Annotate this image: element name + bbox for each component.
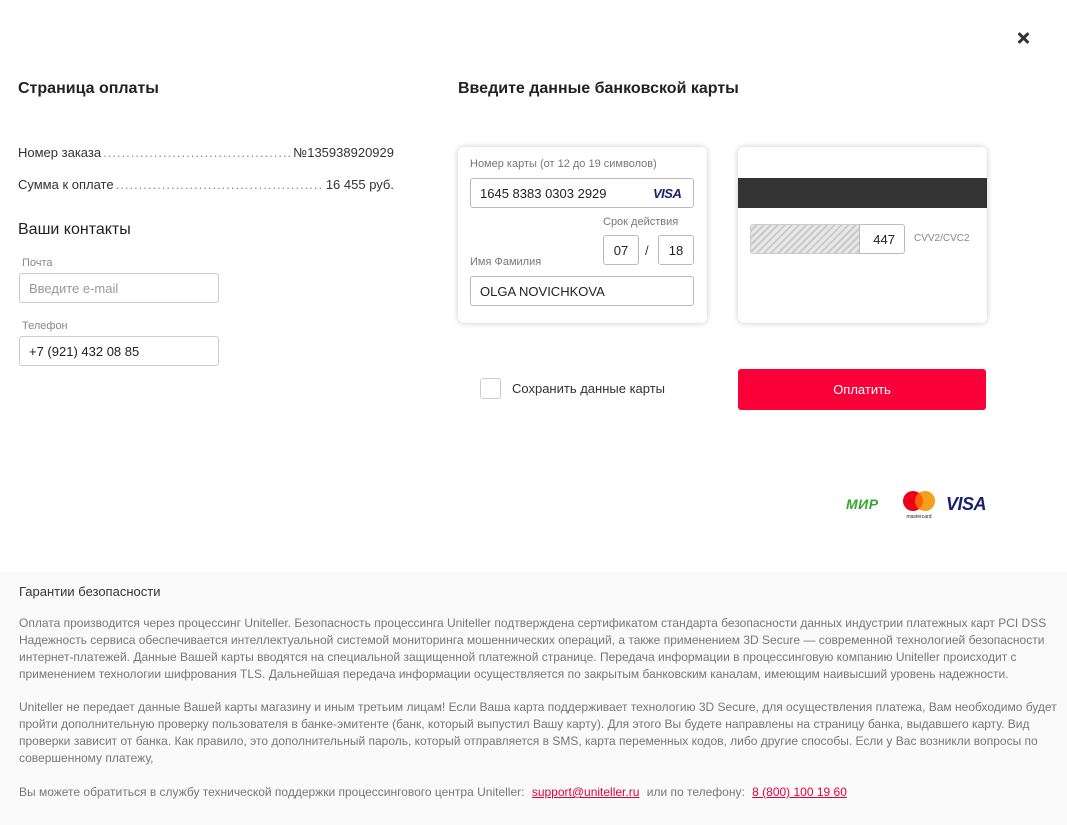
- order-number-label: Номер заказа: [18, 145, 102, 160]
- expiry-year-field[interactable]: [658, 235, 694, 265]
- save-card-label[interactable]: Сохранить данные карты: [512, 381, 665, 396]
- cardholder-field[interactable]: [470, 276, 694, 306]
- visa-icon: VISA: [653, 186, 682, 201]
- save-card-checkbox[interactable]: [480, 378, 501, 399]
- cvv-field[interactable]: [859, 224, 905, 254]
- security-paragraph-2: Uniteller не передает данные Вашей карты…: [19, 700, 1057, 765]
- order-sum-row: Сумма к оплате 16 455 руб.: [18, 177, 394, 192]
- order-sum-label: Сумма к оплате: [18, 177, 114, 192]
- phone-field[interactable]: [19, 336, 219, 366]
- leader-dots: [116, 177, 324, 192]
- email-label: Почта: [22, 257, 53, 269]
- card-front-panel: Номер карты (от 12 до 19 символов) VISA …: [458, 147, 707, 323]
- magnetic-stripe: [738, 178, 987, 208]
- phone-label: Телефон: [22, 320, 68, 332]
- page-title: Страница оплаты: [18, 80, 159, 97]
- visa-logo-icon: VISA: [946, 494, 987, 514]
- close-icon[interactable]: [1012, 27, 1034, 49]
- security-section: Гарантии безопасности Оплата производитс…: [0, 572, 1067, 825]
- order-sum-value: 16 455 руб.: [325, 177, 394, 192]
- email-field[interactable]: [19, 273, 219, 303]
- cardholder-label: Имя Фамилия: [470, 256, 542, 268]
- expiry-separator: /: [645, 243, 649, 258]
- card-number-label: Номер карты (от 12 до 19 символов): [470, 158, 657, 170]
- expiry-label: Срок действия: [603, 216, 679, 228]
- pay-button[interactable]: Оплатить: [738, 369, 986, 410]
- order-number-row: Номер заказа №135938920929: [18, 145, 394, 160]
- mastercard-logo-icon: mastercard: [903, 491, 935, 519]
- expiry-month-field[interactable]: [603, 235, 639, 265]
- card-section-title: Введите данные банковской карты: [458, 80, 739, 97]
- card-back-panel: CVV2/CVC2: [738, 147, 987, 323]
- support-text: Вы можете обратиться в службу техническо…: [19, 785, 525, 799]
- support-contact: Вы можете обратиться в службу техническо…: [19, 785, 851, 799]
- leader-dots: [103, 145, 291, 160]
- security-title: Гарантии безопасности: [19, 584, 161, 599]
- support-phone-link[interactable]: 8 (800) 100 19 60: [752, 785, 847, 799]
- order-number-value: №135938920929: [293, 145, 394, 160]
- support-email-link[interactable]: support@uniteller.ru: [532, 785, 640, 799]
- mastercard-logo-text: mastercard: [906, 514, 931, 519]
- security-paragraph-1: Оплата производится через процессинг Uni…: [19, 616, 1047, 681]
- contacts-title: Ваши контакты: [18, 221, 131, 238]
- support-phone-text: или по телефону:: [646, 785, 745, 799]
- mir-logo-icon: МИР: [846, 496, 879, 512]
- signature-strip: [750, 224, 860, 254]
- cvv-label: CVV2/CVC2: [914, 233, 970, 244]
